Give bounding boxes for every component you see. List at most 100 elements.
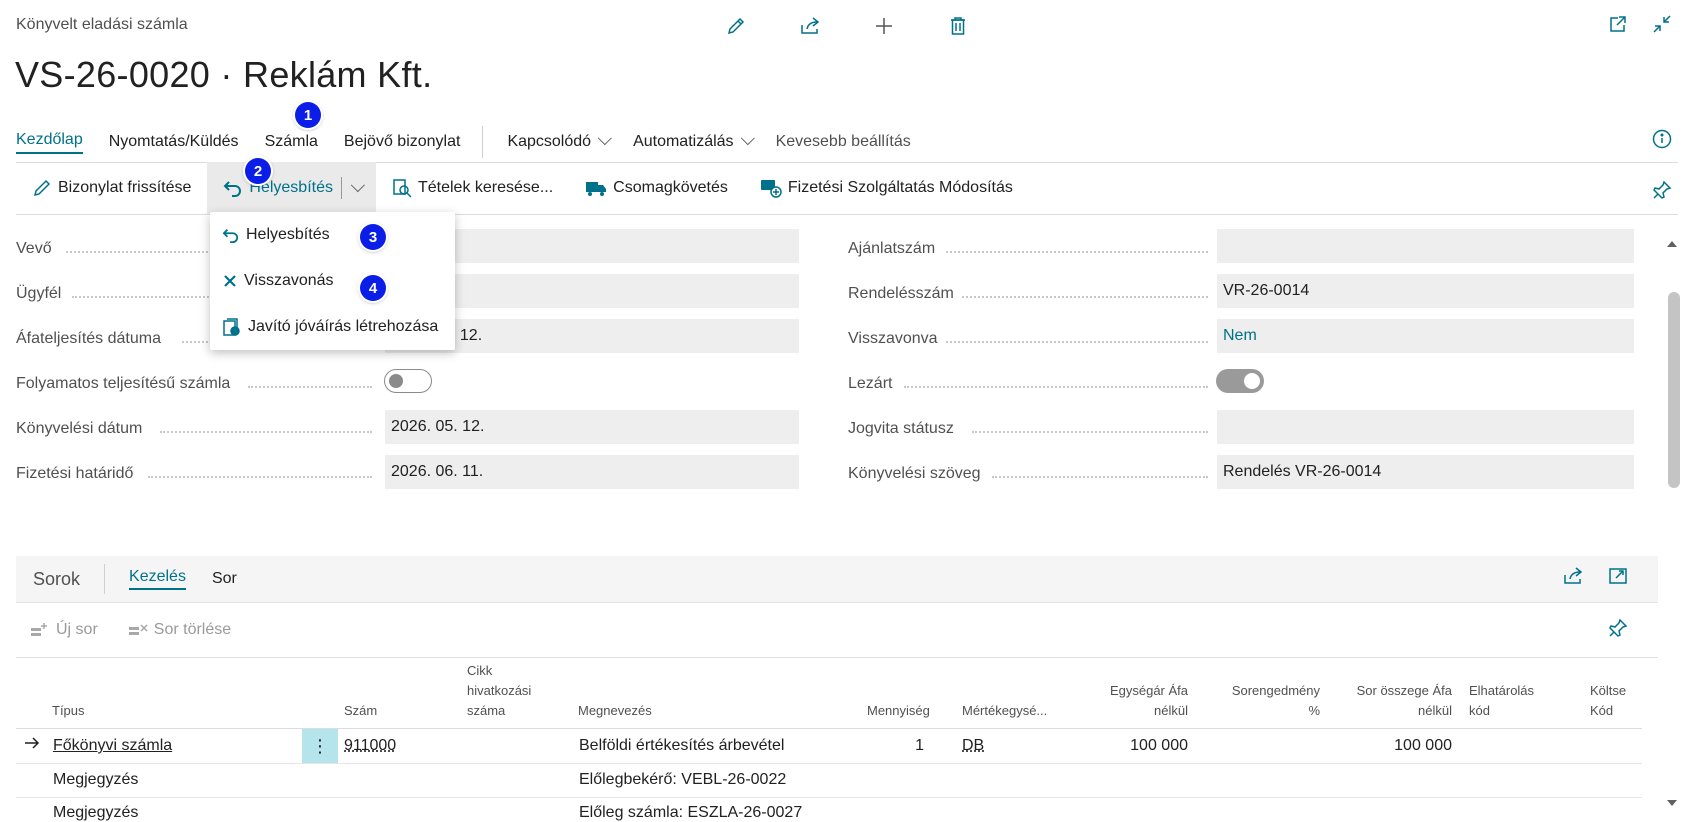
share-icon[interactable]	[796, 12, 824, 40]
lines-subpage: Sorok Kezelés Sor Új sor Sor törlése Típ…	[16, 556, 1658, 810]
col-discount-1[interactable]: Sorengedmény	[1232, 682, 1320, 700]
correct-dropdown-menu: Helyesbítés Visszavonás Javító jóváírás …	[210, 212, 455, 350]
new-line-icon	[30, 622, 50, 638]
cell-type[interactable]: Megjegyzés	[53, 771, 138, 789]
expand-icon[interactable]	[1608, 566, 1628, 591]
leader-dots	[904, 386, 1208, 388]
divider	[16, 797, 1642, 798]
col-cost-1[interactable]: Költse	[1590, 682, 1626, 700]
pencil-icon	[32, 178, 52, 198]
cell-unit-price[interactable]: 100 000	[1130, 737, 1188, 755]
lines-title: Sorok	[33, 569, 80, 590]
closed-label: Lezárt	[848, 375, 892, 393]
col-item-ref-1[interactable]: Cikk	[467, 662, 492, 680]
menu-item-cancel-label: Visszavonás	[244, 272, 334, 290]
tab-manage[interactable]: Kezelés	[129, 568, 186, 590]
cell-type[interactable]: Megjegyzés	[53, 804, 138, 822]
correct-split-button[interactable]: Helyesbítés	[207, 162, 376, 214]
cell-description[interactable]: Előleg számla: ESZLA-26-0027	[579, 804, 802, 822]
truck-icon	[585, 179, 607, 197]
menu-item-create-corrective-credit-memo[interactable]: Javító jóváírás létrehozása	[210, 304, 455, 350]
tab-line[interactable]: Sor	[212, 570, 237, 588]
col-unit-price-1[interactable]: Egységár Áfa	[1110, 682, 1188, 700]
col-quantity[interactable]: Mennyiség	[867, 702, 930, 720]
scrollbar-thumb[interactable]	[1668, 292, 1680, 488]
cell-no[interactable]: 911000	[344, 737, 396, 755]
col-item-ref-2: hivatkozási	[467, 682, 531, 700]
leader-dots	[946, 251, 1208, 253]
find-entries-icon	[392, 178, 412, 198]
menu-related-label: Kapcsolódó	[507, 133, 591, 150]
cell-quantity[interactable]: 1	[915, 737, 924, 755]
actions-toolbar: Bizonylat frissítése Helyesbítés Tételek…	[16, 162, 1029, 214]
col-description[interactable]: Megnevezés	[578, 702, 652, 720]
update-document-button[interactable]: Bizonylat frissítése	[16, 162, 207, 214]
menu-automate-label: Automatizálás	[633, 133, 734, 150]
update-document-label: Bizonylat frissítése	[58, 179, 191, 197]
cell-type[interactable]: Főkönyvi számla	[53, 737, 172, 755]
delete-icon[interactable]	[944, 12, 972, 40]
row-actions-button[interactable]: ⋮	[302, 729, 338, 763]
leader-dots	[972, 431, 1208, 433]
delete-line-icon	[128, 622, 148, 638]
divider	[104, 564, 105, 594]
collapse-icon[interactable]	[1652, 14, 1672, 39]
continuous-invoice-toggle[interactable]	[384, 369, 432, 393]
posting-date-field[interactable]: 2026. 05. 12.	[385, 410, 799, 444]
share-icon[interactable]	[1562, 566, 1584, 591]
dispute-status-label: Jogvita státusz	[848, 420, 954, 438]
pin-icon[interactable]	[1608, 618, 1628, 643]
delete-line-label: Sor törlése	[154, 621, 231, 639]
col-no[interactable]: Szám	[344, 702, 377, 720]
quote-no-field[interactable]	[1217, 229, 1634, 263]
cell-description[interactable]: Belföldi értékesítés árbevétel	[579, 737, 784, 755]
menu-item-correct-label: Helyesbítés	[246, 226, 330, 244]
contact-label: Ügyfél	[16, 285, 61, 303]
due-date-field[interactable]: 2026. 06. 11.	[385, 455, 799, 489]
menu-item-cancel[interactable]: Visszavonás	[210, 258, 455, 304]
chevron-down-icon[interactable]	[351, 178, 365, 192]
menu-automate[interactable]: Automatizálás	[633, 133, 750, 151]
col-uom[interactable]: Mértékegysé...	[962, 702, 1047, 720]
open-new-window-icon[interactable]	[1608, 14, 1628, 39]
order-no-field[interactable]: VR-26-0014	[1217, 274, 1634, 308]
leader-dots	[248, 386, 372, 388]
action-bar-nav: Kezdőlap Nyomtatás/Küldés Számla Bejövő …	[16, 126, 937, 158]
leader-dots	[160, 431, 372, 433]
col-line-amount-2: nélkül	[1418, 702, 1452, 720]
new-line-button[interactable]: Új sor	[30, 621, 98, 639]
payment-service-icon	[760, 178, 782, 198]
leader-dots	[992, 476, 1208, 478]
col-line-amount-1[interactable]: Sor összege Áfa	[1357, 682, 1452, 700]
tab-incoming-document[interactable]: Bejövő bizonylat	[344, 133, 461, 151]
col-type[interactable]: Típus	[52, 702, 85, 720]
col-deferral-1[interactable]: Elhatárolás	[1469, 682, 1534, 700]
row-selected-arrow-icon	[24, 736, 40, 755]
delete-line-button[interactable]: Sor törlése	[128, 621, 231, 639]
menu-item-correct[interactable]: Helyesbítés	[210, 212, 455, 258]
col-discount-2: %	[1308, 702, 1320, 720]
menu-related[interactable]: Kapcsolódó	[507, 133, 607, 151]
cancelled-field[interactable]: Nem	[1217, 319, 1634, 353]
cell-uom[interactable]: DB	[962, 737, 984, 755]
edit-icon[interactable]	[722, 12, 750, 40]
pin-icon[interactable]	[1652, 180, 1672, 205]
tab-home[interactable]: Kezdőlap	[16, 131, 83, 154]
fewer-options-link[interactable]: Kevesebb beállítás	[776, 133, 911, 151]
payment-service-button[interactable]: Fizetési Szolgáltatás Módosítás	[744, 162, 1029, 214]
posting-description-field[interactable]: Rendelés VR-26-0014	[1217, 455, 1634, 489]
cell-line-amount[interactable]: 100 000	[1394, 737, 1452, 755]
tab-print-send[interactable]: Nyomtatás/Küldés	[109, 133, 239, 151]
new-icon[interactable]	[870, 12, 898, 40]
package-tracking-button[interactable]: Csomagkövetés	[569, 162, 744, 214]
dispute-status-field[interactable]	[1217, 410, 1634, 444]
find-entries-button[interactable]: Tételek keresése...	[376, 162, 569, 214]
closed-toggle	[1216, 369, 1264, 393]
cell-description[interactable]: Előlegbekérő: VEBL-26-0022	[579, 771, 786, 789]
scroll-down-arrow[interactable]	[1666, 795, 1678, 813]
col-unit-price-2: nélkül	[1154, 702, 1188, 720]
tab-invoice[interactable]: Számla	[265, 133, 318, 151]
info-icon[interactable]	[1652, 129, 1672, 154]
chevron-down-icon	[598, 131, 612, 145]
scroll-up-arrow[interactable]	[1666, 236, 1678, 254]
